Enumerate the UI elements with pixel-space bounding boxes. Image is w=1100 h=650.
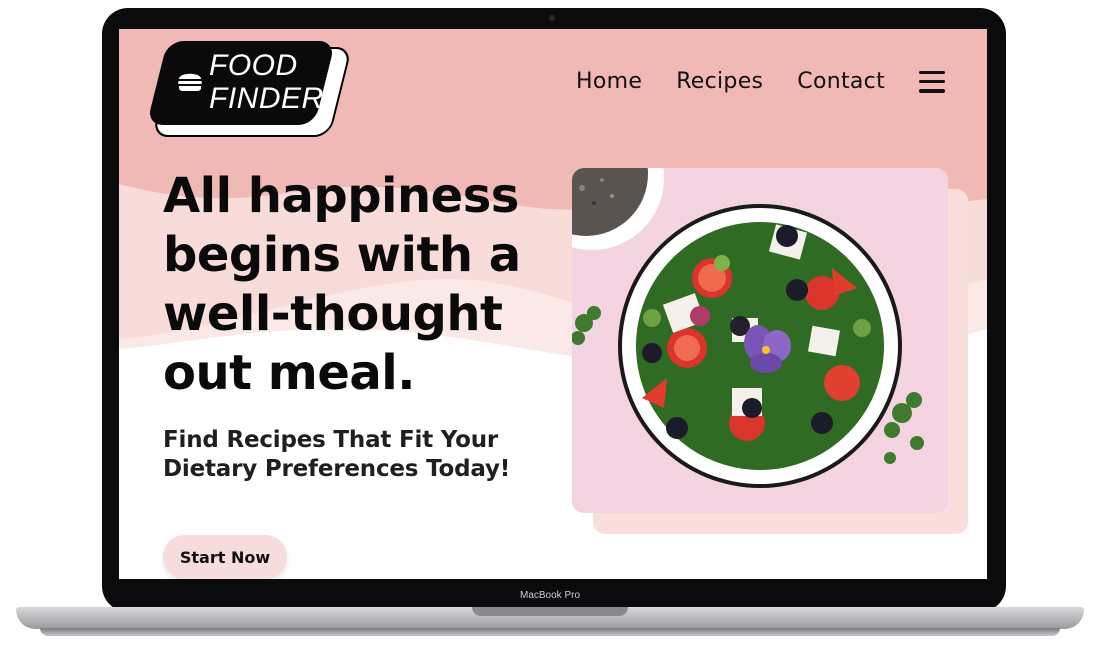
logo[interactable]: FOOD FINDER: [146, 41, 353, 137]
hero-headline: All happiness begins with a well-thought…: [163, 167, 563, 403]
hero-subheading: Find Recipes That Fit Your Dietary Prefe…: [163, 426, 523, 484]
headline-line: well-thought: [163, 286, 503, 342]
laptop-notch: [472, 607, 628, 616]
headline-line: begins with a: [163, 227, 521, 283]
headline-line: All happiness: [163, 168, 519, 224]
salad-bowl-image: [572, 168, 948, 513]
device-label: MacBook Pro: [519, 590, 581, 601]
logo-text: FOOD FINDER: [209, 49, 324, 115]
nav-recipes-link[interactable]: Recipes: [676, 69, 763, 94]
webcam: [549, 15, 555, 21]
nav-home-link[interactable]: Home: [576, 69, 642, 94]
subhead-line: Dietary Preferences Today!: [163, 456, 511, 482]
screen: FOOD FINDER Home Recipes Contact All hap…: [119, 29, 987, 579]
nav-contact-link[interactable]: Contact: [797, 69, 885, 94]
subhead-line: Find Recipes That Fit Your: [163, 427, 499, 453]
start-now-button[interactable]: Start Now: [163, 535, 287, 579]
laptop-base-edge: [40, 628, 1060, 636]
headline-line: out meal.: [163, 345, 415, 401]
burger-icon: [178, 73, 202, 91]
main-nav: Home Recipes Contact: [576, 69, 945, 94]
logo-line-2: FINDER: [209, 82, 324, 115]
hamburger-menu-icon[interactable]: [919, 70, 945, 93]
logo-line-1: FOOD: [209, 49, 298, 82]
hero-image-card: [572, 168, 948, 513]
